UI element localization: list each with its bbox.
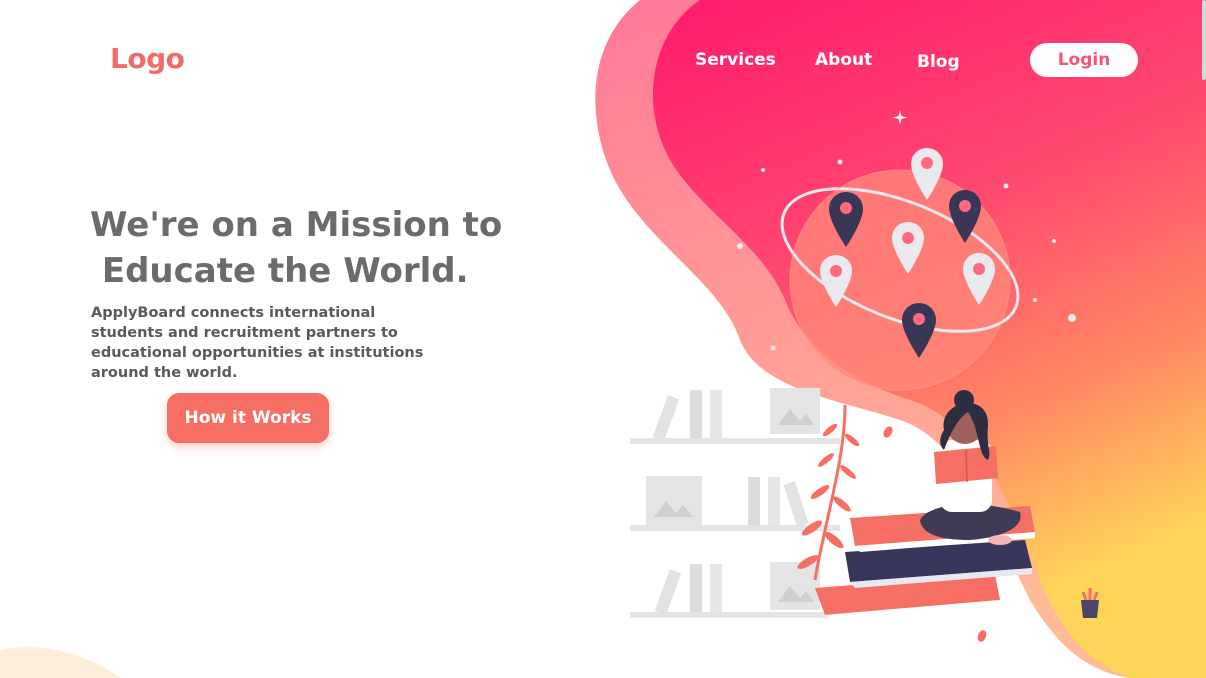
plant-pot-icon xyxy=(1081,588,1099,618)
nav-item-services[interactable]: Services xyxy=(695,50,776,70)
reading-woman-illustration xyxy=(920,390,1021,545)
logo[interactable]: Logo xyxy=(110,42,185,75)
globe-illustration xyxy=(780,169,1020,391)
nav-item-blog[interactable]: Blog xyxy=(917,52,960,72)
nav-item-about[interactable]: About xyxy=(815,50,872,70)
hero-headline: We're on a Mission to Educate the World. xyxy=(90,205,503,291)
bookshelf-illustration xyxy=(630,388,840,618)
login-button[interactable]: Login xyxy=(1030,43,1138,77)
hero-illustration xyxy=(630,110,1076,642)
hero-description: ApplyBoard connects international studen… xyxy=(91,305,424,381)
scrollbar[interactable] xyxy=(1202,0,1206,80)
how-it-works-button[interactable]: How it Works xyxy=(167,393,329,443)
